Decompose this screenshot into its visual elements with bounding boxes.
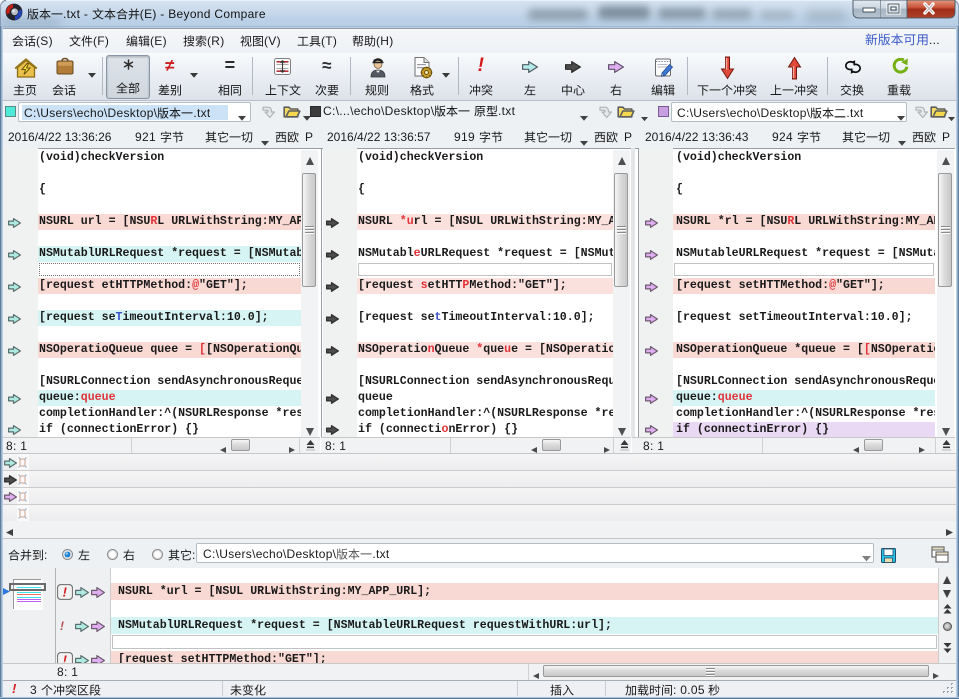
svg-text:!: !: [63, 585, 68, 600]
